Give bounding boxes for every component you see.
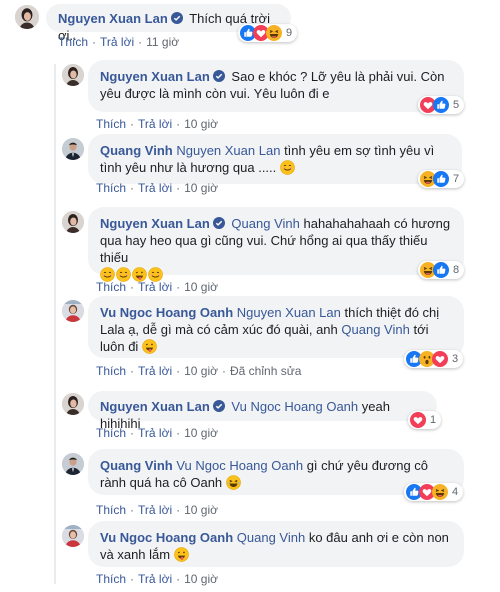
mention-link[interactable]: Nguyen Xuan Lan [237, 305, 341, 320]
verified-icon [213, 217, 225, 229]
mention-link[interactable]: Vu Ngoc Hoang Oanh [231, 399, 358, 414]
reply-button[interactable]: Trả lời [138, 572, 172, 586]
reply-button[interactable]: Trả lời [138, 181, 172, 195]
comment-actions: Thích · Trả lời · 10 giờ [96, 426, 218, 440]
avatar-quang-vinh[interactable] [62, 453, 84, 475]
like-button[interactable]: Thích [58, 35, 88, 49]
laughing-emoji-icon [226, 475, 241, 490]
reply-button[interactable]: Trả lời [138, 364, 172, 378]
reply-button[interactable]: Trả lời [138, 117, 172, 131]
verified-icon [213, 400, 225, 412]
comment-bubble: Nguyen Xuan Lan Sao e khóc ? Lỡ yêu là p… [88, 60, 464, 112]
comment-bubble: Vu Ngoc Hoang Oanh Quang Vinh ko đâu anh… [88, 521, 464, 567]
reaction-count: 1 [430, 414, 437, 426]
author-name[interactable]: Nguyen Xuan Lan [100, 399, 210, 414]
mention-link[interactable]: Quang Vinh [341, 322, 409, 337]
edited-label[interactable]: Đã chỉnh sửa [230, 364, 301, 378]
like-button[interactable]: Thích [96, 572, 126, 586]
mention-link[interactable]: Quang Vinh [231, 216, 299, 231]
avatar-vu-ngoc-hoang-oanh[interactable] [62, 300, 84, 322]
mention-link[interactable]: Vu Ngoc Hoang Oanh [176, 458, 303, 473]
like-icon [433, 262, 449, 278]
smile-emoji-icon [280, 160, 295, 175]
timestamp[interactable]: 10 giờ [184, 117, 218, 131]
avatar-nguyen-xuan-lan[interactable] [62, 64, 84, 86]
heart-icon [432, 351, 448, 367]
like-icon [433, 97, 449, 113]
author-name[interactable]: Quang Vinh [100, 143, 173, 158]
reaction-summary[interactable]: 1 [408, 411, 442, 429]
comment-0: Nguyen Xuan Lan Thích quá trời ơi.. 9 Th… [0, 0, 500, 58]
author-name[interactable]: Nguyen Xuan Lan [100, 216, 210, 231]
reaction-count: 7 [453, 173, 460, 185]
like-button[interactable]: Thích [96, 280, 126, 294]
timestamp[interactable]: 10 giờ [184, 426, 218, 440]
comment-5: Nguyen Xuan Lan Vu Ngoc Hoang Oanh yeah … [0, 389, 500, 440]
comment-actions: Thích · Trả lời · 10 giờ [96, 117, 218, 131]
tongue-emoji-icon [142, 339, 157, 354]
mention-link[interactable]: Quang Vinh [237, 530, 305, 545]
comment-3: Nguyen Xuan Lan Quang Vinh hahahahahaah … [0, 205, 500, 295]
comment-bubble: Nguyen Xuan Lan Vu Ngoc Hoang Oanh yeah … [88, 391, 437, 431]
timestamp[interactable]: 10 giờ [184, 181, 218, 195]
author-name[interactable]: Quang Vinh [100, 458, 173, 473]
avatar-nguyen-xuan-lan[interactable] [62, 211, 84, 233]
reaction-summary[interactable]: 5 [418, 96, 465, 114]
timestamp[interactable]: 10 giờ [184, 280, 218, 294]
comment-actions: Thích · Trả lời · 10 giờ [96, 181, 218, 195]
reaction-summary[interactable]: 9 [238, 24, 298, 42]
timestamp[interactable]: 10 giờ [184, 503, 218, 517]
avatar-quang-vinh[interactable] [62, 138, 84, 160]
comment-actions: Thích · Trả lời · 10 giờ [96, 503, 218, 517]
reaction-count: 5 [453, 99, 460, 111]
haha-icon [432, 484, 448, 500]
like-button[interactable]: Thích [96, 117, 126, 131]
reaction-summary[interactable]: 4 [404, 483, 464, 501]
tongue-emoji-icon [174, 547, 189, 562]
reaction-summary[interactable]: 8 [418, 261, 465, 279]
like-button[interactable]: Thích [96, 181, 126, 195]
mention-link[interactable]: Nguyen Xuan Lan [176, 143, 280, 158]
avatar-nguyen-xuan-lan[interactable] [15, 5, 39, 29]
reaction-summary[interactable]: 3 [404, 350, 464, 368]
comment-4: Vu Ngoc Hoang Oanh Nguyen Xuan Lan thích… [0, 294, 500, 384]
author-name[interactable]: Vu Ngoc Hoang Oanh [100, 530, 233, 545]
timestamp[interactable]: 10 giờ [184, 364, 218, 378]
verified-icon [171, 12, 183, 24]
heart-icon [410, 412, 426, 428]
comment-bubble: Nguyen Xuan Lan Quang Vinh hahahahahaah … [88, 207, 464, 275]
reaction-count: 9 [286, 27, 293, 39]
like-button[interactable]: Thích [96, 364, 126, 378]
comment-1: Nguyen Xuan Lan Sao e khóc ? Lỡ yêu là p… [0, 58, 500, 131]
author-name[interactable]: Nguyen Xuan Lan [58, 11, 168, 26]
reply-button[interactable]: Trả lời [138, 503, 172, 517]
reaction-count: 8 [453, 264, 460, 276]
reply-button[interactable]: Trả lời [138, 426, 172, 440]
reaction-count: 3 [452, 353, 459, 365]
comment-2: Quang Vinh Nguyen Xuan Lan tình yêu em s… [0, 132, 500, 202]
haha-icon [266, 25, 282, 41]
reaction-summary[interactable]: 7 [418, 170, 465, 188]
comment-actions: Thích · Trả lời · 10 giờ · Đã chỉnh sửa [96, 364, 302, 378]
avatar-nguyen-xuan-lan[interactable] [62, 393, 84, 415]
comment-bubble: Vu Ngoc Hoang Oanh Nguyen Xuan Lan thích… [88, 296, 464, 358]
comment-bubble: Quang Vinh Nguyen Xuan Lan tình yêu em s… [88, 134, 462, 184]
timestamp[interactable]: 10 giờ [184, 572, 218, 586]
like-icon [433, 171, 449, 187]
verified-icon [213, 70, 225, 82]
comment-actions: Thích · Trả lời · 10 giờ [96, 280, 218, 294]
reply-button[interactable]: Trả lời [138, 280, 172, 294]
avatar-vu-ngoc-hoang-oanh[interactable] [62, 525, 84, 547]
author-name[interactable]: Nguyen Xuan Lan [100, 69, 210, 84]
reaction-count: 4 [452, 486, 459, 498]
comment-6: Quang Vinh Vu Ngoc Hoang Oanh gì chứ yêu… [0, 447, 500, 517]
timestamp[interactable]: 11 giờ [146, 35, 179, 49]
like-button[interactable]: Thích [96, 426, 126, 440]
comment-7: Vu Ngoc Hoang Oanh Quang Vinh ko đâu anh… [0, 519, 500, 592]
reply-button[interactable]: Trả lời [100, 35, 134, 49]
comment-actions: Thích · Trả lời · 10 giờ [96, 572, 218, 586]
author-name[interactable]: Vu Ngoc Hoang Oanh [100, 305, 233, 320]
like-button[interactable]: Thích [96, 503, 126, 517]
comment-actions: Thích · Trả lời · 11 giờ [58, 35, 180, 49]
